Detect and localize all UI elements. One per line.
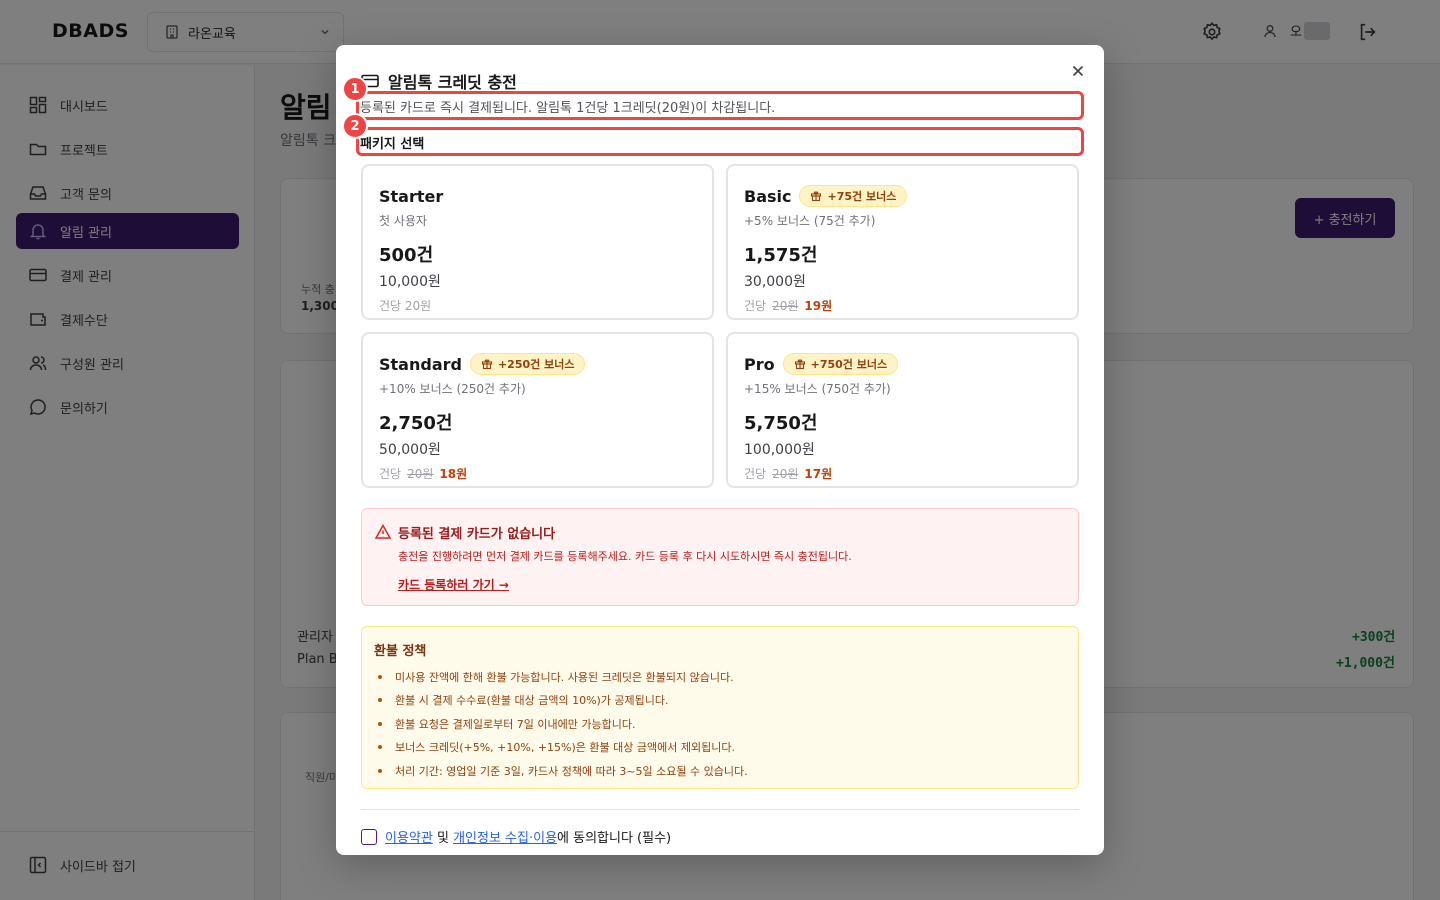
agree-conjunction: 및 <box>432 831 454 846</box>
package-price: 100,000원 <box>744 442 815 458</box>
package-card-pro[interactable]: Pro +750건 보너스 +15% 보너스 (750건 추가) 5,750건 … <box>726 332 1079 488</box>
package-name: Standard <box>379 354 462 374</box>
bonus-badge: +250건 보너스 <box>469 353 586 375</box>
annotation-highlight-box <box>356 91 1084 120</box>
alert-title: 등록된 결제 카드가 없습니다 <box>398 527 556 542</box>
package-unit-price: 건당 20원 18원 <box>379 465 712 482</box>
package-name: Starter <box>379 186 444 206</box>
dialog-title: 알림톡 크레딧 충전 <box>360 69 517 93</box>
list-item: 미사용 잔액에 한해 환불 가능합니다. 사용된 크레딧은 환불되지 않습니다. <box>374 665 1066 689</box>
old-unit-price: 20원 <box>407 467 434 481</box>
package-unit-price: 건당 20원 19원 <box>744 297 1077 314</box>
bullet <box>378 721 382 726</box>
package-price: 10,000원 <box>379 274 441 290</box>
unit-label: 건당 <box>744 467 767 481</box>
bonus-badge: +75건 보너스 <box>799 185 908 207</box>
list-item: 환불 시 결제 수수료(환불 대상 금액의 10%)가 공제됩니다. <box>374 689 1066 713</box>
list-item: 보너스 크레딧(+5%, +10%, +15%)은 환불 대상 금액에서 제외됩… <box>374 736 1066 760</box>
annotation-marker: 2 <box>342 113 368 139</box>
refund-item-text: 환불 시 결제 수수료(환불 대상 금액의 10%)가 공제됩니다. <box>395 694 669 708</box>
warning-triangle-icon <box>374 523 392 539</box>
new-unit-price: 18원 <box>439 467 468 481</box>
new-unit-price: 19원 <box>804 299 833 313</box>
package-count: 1,575건 <box>744 245 818 266</box>
old-unit-price: 20원 <box>772 299 799 313</box>
package-card-starter[interactable]: Starter 첫 사용자 500건 10,000원 건당 20원 <box>361 164 714 320</box>
no-card-alert: 등록된 결제 카드가 없습니다 충전을 진행하려면 먼저 결제 카드를 등록해주… <box>361 508 1079 606</box>
gift-icon <box>794 359 805 370</box>
dialog-title-text: 알림톡 크레딧 충전 <box>388 73 517 92</box>
list-item: 처리 기간: 영업일 기준 3일, 카드사 정책에 따라 3~5일 소요될 수 … <box>374 759 1066 783</box>
old-unit-price: 20원 <box>772 467 799 481</box>
package-unit-price: 건당 20원 17원 <box>744 465 1077 482</box>
package-card-basic[interactable]: Basic +75건 보너스 +5% 보너스 (75건 추가) 1,575건 3… <box>726 164 1079 320</box>
agree-suffix: 에 동의합니다 (필수) <box>557 831 672 846</box>
bullet <box>378 745 382 750</box>
refund-policy-list: 미사용 잔액에 한해 환불 가능합니다. 사용된 크레딧은 환불되지 않습니다.… <box>374 665 1066 783</box>
unit-label: 건당 <box>379 467 402 481</box>
unit-label: 건당 <box>744 299 767 313</box>
dialog-divider <box>361 809 1079 810</box>
bonus-badge-label: +75건 보너스 <box>827 190 897 203</box>
list-item: 환불 요청은 결제일로부터 7일 이내에만 가능합니다. <box>374 712 1066 736</box>
credit-charge-dialog: 알림톡 크레딧 충전 등록된 카드로 즉시 결제됩니다. 알림톡 1건당 1크레… <box>336 45 1104 855</box>
privacy-link[interactable]: 개인정보 수집·이용 <box>453 827 557 846</box>
package-desc: +10% 보너스 (250건 추가) <box>379 382 526 396</box>
unit-label: 건당 20원 <box>379 299 432 313</box>
package-desc: +5% 보너스 (75건 추가) <box>744 214 876 228</box>
package-desc: +15% 보너스 (750건 추가) <box>744 382 891 396</box>
close-icon[interactable] <box>1068 61 1088 81</box>
bonus-badge-label: +250건 보너스 <box>497 358 575 371</box>
refund-item-text: 보너스 크레딧(+5%, +10%, +15%)은 환불 대상 금액에서 제외됩… <box>395 741 735 755</box>
bonus-badge-label: +750건 보너스 <box>810 358 888 371</box>
refund-policy-title: 환불 정책 <box>374 644 427 659</box>
annotation-highlight-box <box>356 127 1084 156</box>
annotation-marker: 1 <box>342 76 368 102</box>
package-desc: 첫 사용자 <box>379 214 427 228</box>
refund-item-text: 처리 기간: 영업일 기준 3일, 카드사 정책에 따라 3~5일 소요될 수 … <box>395 764 748 778</box>
package-card-standard[interactable]: Standard +250건 보너스 +10% 보너스 (250건 추가) 2,… <box>361 332 714 488</box>
bonus-badge: +750건 보너스 <box>782 353 899 375</box>
package-count: 500건 <box>379 245 434 266</box>
alert-description: 충전을 진행하려면 먼저 결제 카드를 등록해주세요. 카드 등록 후 다시 시… <box>398 550 852 563</box>
register-card-link[interactable]: 카드 등록하러 가기 → <box>398 576 509 593</box>
package-price: 30,000원 <box>744 274 806 290</box>
refund-policy-box: 환불 정책 미사용 잔액에 한해 환불 가능합니다. 사용된 크레딧은 환불되지… <box>361 626 1079 789</box>
terms-link[interactable]: 이용약관 <box>385 827 433 846</box>
refund-item-text: 미사용 잔액에 한해 환불 가능합니다. 사용된 크레딧은 환불되지 않습니다. <box>395 670 734 684</box>
package-unit-price: 건당 20원 <box>379 297 712 314</box>
refund-item-text: 환불 요청은 결제일로부터 7일 이내에만 가능합니다. <box>395 717 636 731</box>
bullet <box>378 674 382 679</box>
bullet <box>378 768 382 773</box>
gift-icon <box>481 359 493 370</box>
package-count: 2,750건 <box>379 413 453 434</box>
package-count: 5,750건 <box>744 413 818 434</box>
terms-agreement: 이용약관 및 개인정보 수집·이용 에 동의합니다 (필수) <box>361 827 671 846</box>
bullet <box>378 698 382 703</box>
agree-checkbox[interactable] <box>361 828 377 845</box>
new-unit-price: 17원 <box>804 467 833 481</box>
package-name: Pro <box>744 354 775 374</box>
package-name: Basic <box>744 186 792 206</box>
gift-icon <box>811 191 822 202</box>
package-price: 50,000원 <box>379 442 441 458</box>
